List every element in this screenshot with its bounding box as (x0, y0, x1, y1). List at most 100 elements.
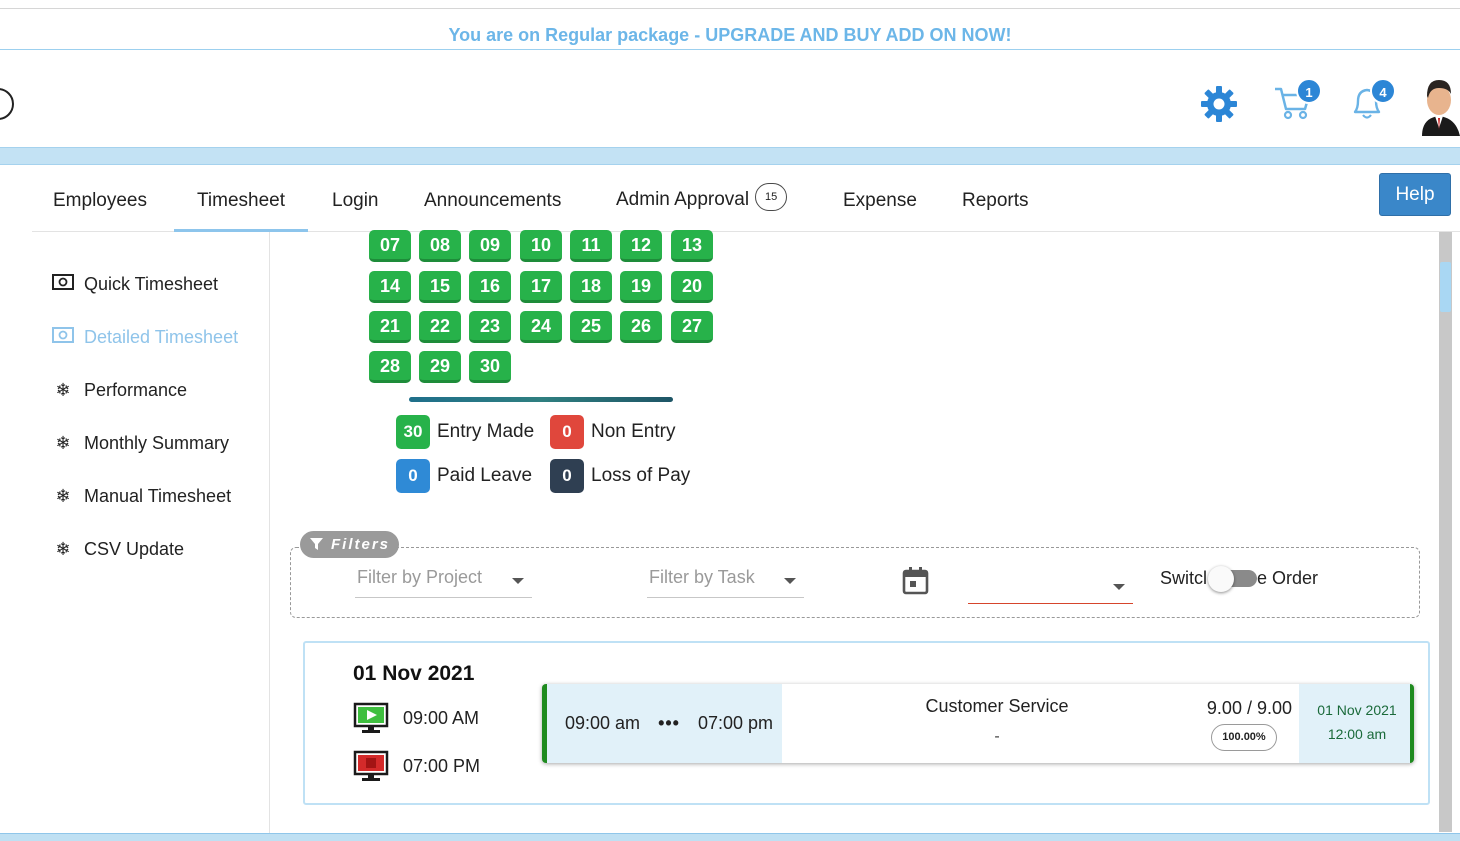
clock-out-row: 07:00 PM (353, 750, 480, 782)
legend-count: 0 (550, 459, 584, 493)
sidebar-item-label: Performance (84, 380, 188, 400)
project-filter-select[interactable]: Filter by Project (355, 564, 532, 598)
scrollbar-thumb[interactable] (1440, 262, 1451, 312)
switch-label-right: e Order (1257, 568, 1319, 588)
upgrade-banner[interactable]: You are on Regular package - UPGRADE AND… (0, 20, 1460, 50)
snowflake-icon: ❄ (55, 433, 71, 453)
chevron-down-icon (784, 578, 796, 584)
money-icon (52, 327, 74, 348)
legend-label: Paid Leave (437, 465, 533, 486)
tab-login[interactable]: Login (332, 190, 379, 232)
ellipsis-icon: ••• (658, 713, 680, 733)
sidebar-item-monthly-summary[interactable]: ❄ Monthly Summary (52, 433, 229, 454)
calendar-day[interactable]: 14 (369, 271, 411, 303)
calendar-day[interactable]: 17 (520, 271, 562, 303)
calendar-day[interactable]: 12 (620, 230, 662, 262)
task-filter-select[interactable]: Filter by Task (647, 564, 804, 598)
sidebar-item-label: Manual Timesheet (84, 486, 232, 506)
time-log-entry[interactable]: 09:00 am ••• 07:00 pm Customer Service -… (542, 684, 1414, 763)
admin-approval-count: 15 (755, 183, 788, 211)
legend-loss-of-pay: 0 Loss of Pay (550, 459, 690, 493)
back-icon[interactable] (0, 88, 14, 120)
user-avatar[interactable] (1418, 72, 1460, 136)
log-hours: 9.00 / 9.00 (1206, 698, 1292, 718)
calendar-day[interactable]: 23 (469, 311, 511, 343)
legend-count: 0 (396, 459, 430, 493)
legend-label: Non Entry (591, 421, 676, 442)
gear-icon[interactable] (1199, 84, 1239, 124)
calendar-day[interactable]: 29 (419, 351, 461, 383)
calendar-day[interactable]: 22 (419, 311, 461, 343)
calendar-day[interactable]: 16 (469, 271, 511, 303)
calendar-day[interactable]: 09 (469, 230, 511, 262)
clock-out-monitor-icon (353, 750, 389, 781)
help-button[interactable]: Help (1379, 173, 1451, 216)
snowflake-icon: ❄ (55, 486, 71, 506)
legend-count: 30 (396, 415, 430, 449)
log-task: - (994, 728, 1000, 745)
calendar-day[interactable]: 08 (419, 230, 461, 262)
snowflake-icon: ❄ (55, 539, 71, 559)
log-end-time: 07:00 pm (697, 713, 774, 733)
calendar-day[interactable]: 10 (520, 230, 562, 262)
legend-non-entry: 0 Non Entry (550, 415, 675, 449)
filter-icon (310, 538, 323, 550)
calendar-day[interactable]: 25 (570, 311, 612, 343)
entry-date: 01 Nov 2021 (353, 662, 475, 685)
calendar-day[interactable]: 19 (620, 271, 662, 303)
log-entry-timestamp: 01 Nov 2021 12:00 am (1299, 684, 1410, 763)
sidebar-item-label: Monthly Summary (84, 433, 230, 453)
task-filter-placeholder: Filter by Task (649, 567, 755, 587)
scrollbar-track[interactable] (1439, 232, 1452, 832)
sidebar-item-detailed-timesheet[interactable]: Detailed Timesheet (52, 327, 238, 348)
tab-expense[interactable]: Expense (843, 190, 917, 232)
calendar-day[interactable]: 24 (520, 311, 562, 343)
tab-reports[interactable]: Reports (962, 190, 1029, 232)
sidebar-item-manual-timesheet[interactable]: ❄ Manual Timesheet (52, 486, 231, 507)
calendar-day[interactable]: 30 (469, 351, 511, 383)
legend-label: Loss of Pay (591, 465, 691, 486)
app-root: You are on Regular package - UPGRADE AND… (0, 0, 1460, 841)
money-icon (52, 274, 74, 295)
calendar-day[interactable]: 20 (671, 271, 713, 303)
calendar-day[interactable]: 11 (570, 230, 612, 262)
sidebar-item-label: CSV Update (84, 539, 185, 559)
calendar-day[interactable]: 07 (369, 230, 411, 262)
sidebar-item-csv-update[interactable]: ❄ CSV Update (52, 539, 184, 560)
header-divider (0, 147, 1460, 165)
sidebar-item-label: Detailed Timesheet (84, 327, 239, 347)
log-entry-time: 12:00 am (1327, 726, 1387, 742)
clock-in-monitor-icon (353, 702, 389, 733)
sidebar-item-quick-timesheet[interactable]: Quick Timesheet (52, 274, 218, 295)
log-start-time: 09:00 am (565, 713, 641, 733)
calendar-day[interactable]: 13 (671, 230, 713, 262)
project-filter-placeholder: Filter by Project (357, 567, 483, 587)
clock-out-time: 07:00 PM (403, 755, 481, 776)
tab-admin-approval[interactable]: Admin Approval 15 (616, 183, 788, 228)
calendar-day[interactable]: 18 (570, 271, 612, 303)
log-time-range: 09:00 am ••• 07:00 pm (547, 684, 782, 763)
legend-entry-made: 30 Entry Made (396, 415, 534, 449)
tab-announcements[interactable]: Announcements (424, 190, 561, 232)
log-percent-badge: 100.00% (1211, 724, 1277, 751)
calendar-day[interactable]: 28 (369, 351, 411, 383)
order-toggle[interactable] (1208, 566, 1234, 592)
main-tabs: Employees Timesheet Login Announcements … (32, 168, 1460, 232)
cart-count-badge: 1 (1296, 78, 1322, 104)
sidebar-item-performance[interactable]: ❄ Performance (52, 380, 187, 401)
calendar-day[interactable]: 15 (419, 271, 461, 303)
calendar-day[interactable]: 26 (620, 311, 662, 343)
clock-in-time: 09:00 AM (403, 707, 480, 728)
calendar-day[interactable]: 27 (671, 311, 713, 343)
calendar-icon[interactable] (902, 566, 929, 595)
tab-employees[interactable]: Employees (53, 190, 147, 232)
footer-strip (0, 833, 1460, 841)
sidebar-item-label: Quick Timesheet (84, 274, 219, 294)
chevron-down-icon (512, 578, 524, 584)
tab-timesheet[interactable]: Timesheet (174, 190, 308, 232)
date-range-select[interactable] (968, 570, 1133, 604)
filters-tag: Filters (300, 531, 399, 558)
calendar-day[interactable]: 21 (369, 311, 411, 343)
top-divider (0, 8, 1460, 9)
legend-label: Entry Made (437, 421, 535, 442)
